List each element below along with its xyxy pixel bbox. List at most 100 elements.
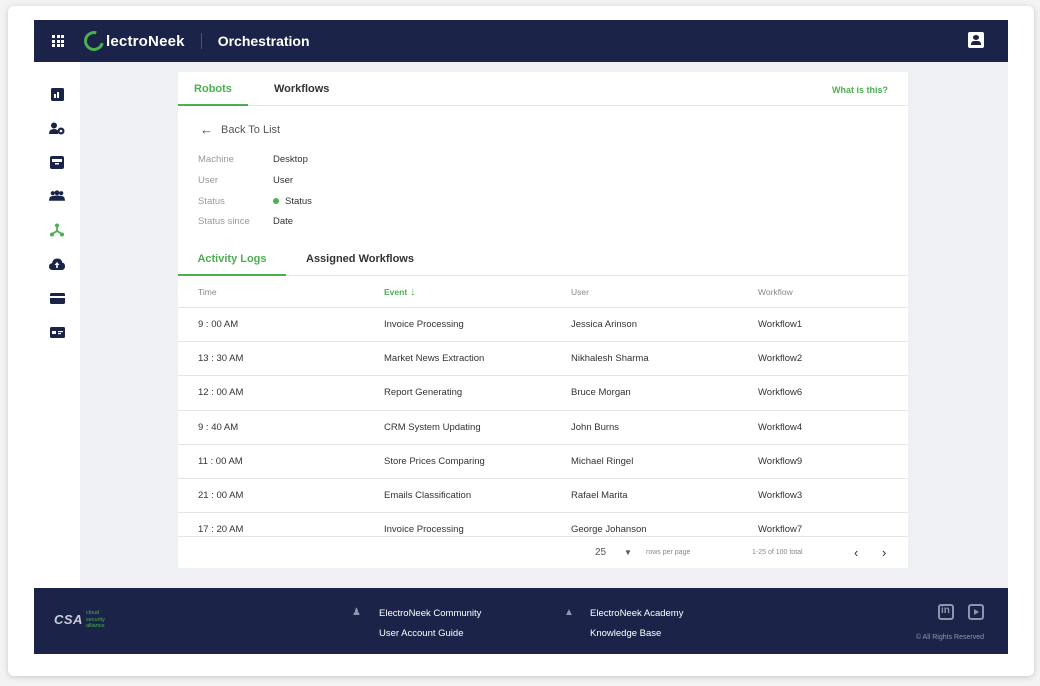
- table-row[interactable]: 21 : 00 AM Emails Classification Rafael …: [178, 479, 908, 514]
- machine-label: Machine: [198, 154, 234, 165]
- profile-icon[interactable]: [968, 32, 984, 48]
- table-row[interactable]: 13 : 30 AM Market News Extraction Nikhal…: [178, 342, 908, 377]
- copyright-text: © All Rights Reserved: [915, 634, 984, 641]
- dashboard-icon: [50, 87, 64, 101]
- sidebar-item-robots[interactable]: [49, 222, 65, 238]
- logo-text: lectroNeek: [106, 32, 185, 50]
- sidebar-item-cloud[interactable]: [49, 256, 65, 272]
- csa-line-2: security: [85, 616, 105, 623]
- sidebar-item-users[interactable]: [49, 188, 65, 204]
- column-header-event-label: Event: [384, 287, 408, 297]
- robot-details-card: Robots Workflows What is this? ← Back To…: [178, 72, 908, 568]
- status-dot-icon: [273, 198, 279, 205]
- column-header-event[interactable]: Event ↓: [384, 276, 416, 308]
- table-header: Time Event ↓ User Workflow: [178, 276, 908, 308]
- youtube-icon[interactable]: [968, 604, 984, 620]
- sidebar-item-billing[interactable]: [49, 290, 65, 306]
- cell-event: Invoice Processing: [384, 319, 464, 330]
- community-link[interactable]: ElectroNeek Community: [379, 608, 481, 619]
- column-header-workflow[interactable]: Workflow: [758, 276, 793, 308]
- rows-per-page-select[interactable]: 25: [595, 537, 606, 569]
- cell-workflow: Workflow1: [758, 319, 803, 330]
- apps-grid-icon[interactable]: [52, 35, 64, 47]
- status-since-value: Date: [273, 216, 294, 227]
- table-row[interactable]: 9 : 40 AM CRM System Updating John Burns…: [178, 411, 908, 445]
- tab-robots[interactable]: Robots: [178, 72, 248, 106]
- cell-event: Market News Extraction: [384, 353, 485, 365]
- csa-logo: CSA cloud security alliance: [54, 610, 105, 630]
- electroneek-logo[interactable]: lectroNeek: [80, 27, 185, 55]
- cell-time: 12 : 00 AM: [198, 387, 244, 399]
- activity-log-rows: 9 : 00 AM Invoice Processing Jessica Ari…: [178, 308, 908, 536]
- cell-time: 13 : 30 AM: [198, 353, 244, 365]
- cell-time: 17 : 20 AM: [198, 524, 244, 536]
- status-value: Status: [285, 196, 312, 207]
- user-guide-link[interactable]: User Account Guide: [379, 628, 464, 639]
- cell-user: Rafael Marita: [571, 489, 628, 501]
- table-row[interactable]: 9 : 00 AM Invoice Processing Jessica Ari…: [178, 308, 908, 343]
- sidebar-item-license[interactable]: [49, 324, 65, 340]
- what-is-this-link[interactable]: What is this?: [832, 72, 888, 108]
- top-tabs: Robots Workflows What is this?: [178, 72, 908, 106]
- license-icon: [49, 326, 65, 338]
- cell-user: John Burns: [571, 421, 620, 433]
- academy-icon: ▲: [564, 607, 574, 618]
- linkedin-icon[interactable]: [938, 604, 954, 620]
- csa-line-3: alliance: [85, 623, 105, 629]
- sidebar-item-inbox[interactable]: [49, 154, 65, 170]
- prev-page-icon[interactable]: ‹: [854, 537, 858, 569]
- sort-down-icon: ↓: [410, 286, 416, 298]
- sub-tabs: Activity Logs Assigned Workflows: [178, 242, 908, 276]
- cell-workflow: Workflow3: [758, 489, 803, 501]
- status-value-wrap: Status: [273, 196, 312, 207]
- cell-workflow: Workflow6: [758, 387, 803, 399]
- table-row[interactable]: 12 : 00 AM Report Generating Bruce Morga…: [178, 376, 908, 411]
- cell-time: 21 : 00 AM: [198, 489, 244, 501]
- csa-logo-text: CSA: [54, 612, 83, 628]
- column-header-user[interactable]: User: [571, 276, 589, 308]
- cell-time: 9 : 00 AM: [198, 319, 239, 330]
- cell-event: Store Prices Comparing: [384, 455, 485, 467]
- card-icon: [49, 292, 65, 304]
- back-to-list-link[interactable]: ← Back To List: [200, 122, 280, 137]
- cell-time: 11 : 00 AM: [198, 455, 243, 467]
- cell-user: George Johanson: [571, 524, 647, 536]
- robots-icon: [50, 223, 64, 237]
- table-row[interactable]: 17 : 20 AM Invoice Processing George Joh…: [178, 513, 908, 536]
- tab-activity-logs[interactable]: Activity Logs: [178, 242, 286, 276]
- column-header-time[interactable]: Time: [198, 276, 217, 308]
- cell-event: Invoice Processing: [384, 524, 464, 536]
- cell-user: Jessica Arinson: [571, 319, 638, 330]
- status-label: Status: [198, 196, 225, 207]
- csa-logo-subtext: cloud security alliance: [86, 610, 105, 630]
- cell-event: CRM System Updating: [384, 421, 481, 433]
- sidebar-item-user-settings[interactable]: [49, 120, 65, 136]
- page-range: 1-25 of 100 total: [752, 549, 803, 556]
- cell-workflow: Workflow4: [758, 421, 803, 433]
- user-settings-icon: [49, 122, 65, 134]
- table-row[interactable]: 11 : 00 AM Store Prices Comparing Michae…: [178, 445, 908, 479]
- user-value: User: [273, 175, 294, 186]
- cell-workflow: Workflow9: [758, 455, 803, 467]
- knowledge-base-link[interactable]: Knowledge Base: [590, 628, 661, 639]
- cloud-upload-icon: [49, 258, 65, 270]
- next-page-icon[interactable]: ›: [882, 537, 886, 569]
- sidebar-item-dashboard[interactable]: [49, 86, 65, 102]
- top-bar: lectroNeek Orchestration: [34, 20, 1008, 62]
- cell-workflow: Workflow7: [758, 524, 803, 536]
- arrow-left-icon: ←: [200, 122, 213, 137]
- logo-e-icon: [80, 27, 108, 55]
- cell-user: Michael Ringel: [571, 455, 634, 467]
- user-label: User: [198, 175, 219, 186]
- tab-workflows[interactable]: Workflows: [274, 72, 329, 106]
- inbox-icon: [50, 155, 64, 169]
- users-icon: [49, 190, 65, 201]
- pagination-bar: 25 ▼ rows per page 1-25 of 100 total ‹ ›: [178, 536, 908, 568]
- academy-link[interactable]: ElectroNeek Academy: [590, 608, 683, 619]
- rows-per-page-label: rows per page: [646, 549, 691, 556]
- cell-user: Nikhalesh Sharma: [571, 353, 649, 365]
- tab-assigned-workflows[interactable]: Assigned Workflows: [306, 242, 414, 276]
- caret-down-icon[interactable]: ▼: [624, 537, 632, 569]
- cell-event: Report Generating: [384, 387, 463, 399]
- footer: CSA cloud security alliance ♟ ElectroNee…: [34, 588, 1008, 654]
